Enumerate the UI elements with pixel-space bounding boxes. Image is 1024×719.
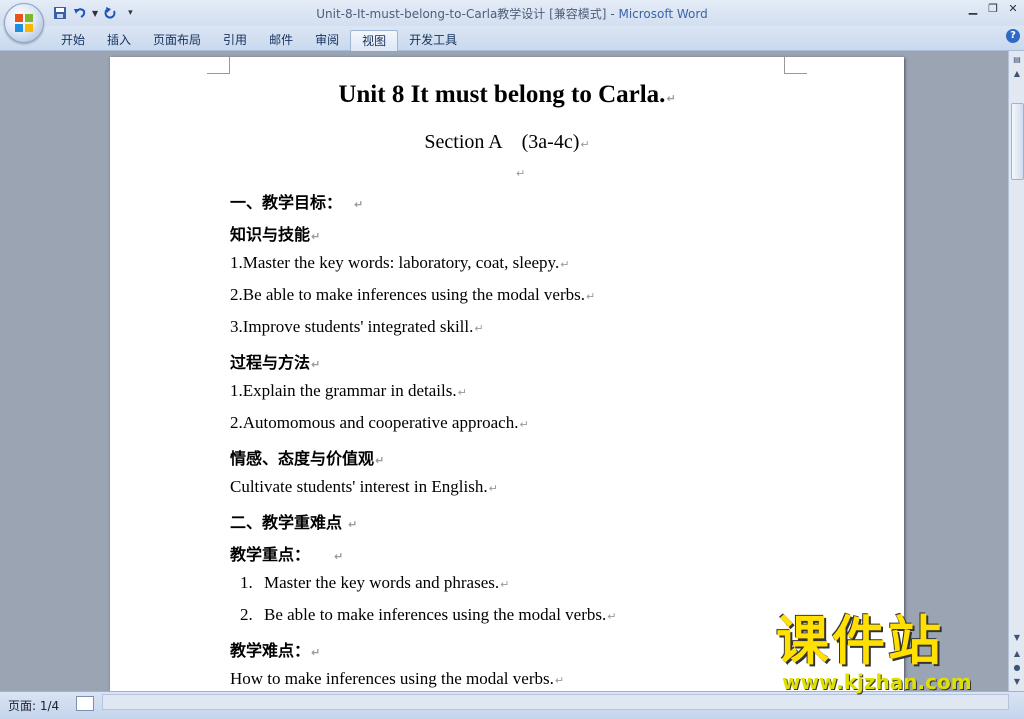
paragraph-mark-icon: ↵ [519, 418, 529, 431]
margin-corner-top-right [784, 57, 807, 74]
list-item: 2. Be able to make inferences using the m… [240, 605, 616, 625]
paragraph: 情感、态度与价值观↵ [230, 445, 384, 469]
tab-view[interactable]: 视图 [350, 30, 399, 51]
empty-paragraph: ↵ [515, 162, 525, 181]
paragraph-mark-icon: ↵ [348, 518, 358, 531]
paragraph-mark-icon: ↵ [500, 578, 510, 591]
scroll-thumb[interactable] [1011, 103, 1024, 180]
previous-page-icon[interactable]: ▲ [1010, 647, 1024, 661]
paragraph: 2.Automomous and cooperative approach.↵ [230, 413, 529, 433]
paragraph-mark-icon: ↵ [311, 358, 321, 371]
paragraph-text: 2.Be able to make inferences using the m… [230, 285, 585, 304]
close-icon[interactable]: ✕ [1006, 2, 1020, 15]
paragraph-text: Cultivate students' interest in English. [230, 477, 488, 496]
paragraph-text: 1.Explain the grammar in details. [230, 381, 457, 400]
paragraph: 1.Master the key words: laboratory, coat… [230, 253, 569, 273]
minimize-icon[interactable]: ▁ [966, 2, 980, 15]
paragraph-mark-icon: ↵ [554, 674, 565, 687]
paragraph: 2.Be able to make inferences using the m… [230, 285, 595, 305]
next-page-icon[interactable]: ▼ [1010, 675, 1024, 689]
office-button[interactable] [4, 3, 44, 43]
watermark-logo: 课件站 [776, 611, 944, 672]
list-number: 1. [240, 573, 253, 592]
list-item-text: Master the key words and phrases. [264, 573, 500, 592]
paragraph: 1.Explain the grammar in details.↵ [230, 381, 467, 401]
paragraph-text: 过程与方法 [230, 353, 311, 372]
ruler-toggle-icon[interactable]: ▤ [1010, 53, 1024, 67]
tab-review[interactable]: 审阅 [304, 30, 350, 50]
paragraph: 二、教学重难点 ↵ [230, 509, 357, 533]
tab-developer[interactable]: 开发工具 [398, 30, 468, 50]
document-subtitle: Section A (3a-4c)↵ [110, 125, 904, 154]
title-bar: ▼ ▾ Unit-8-It-must-belong-to-Carla教学设计 [… [0, 0, 1024, 26]
window-controls: ▁ ❐ ✕ [966, 2, 1020, 15]
document-page[interactable]: Unit 8 It must belong to Carla.↵ Section… [110, 57, 904, 691]
document-title: Unit 8 It must belong to Carla.↵ [110, 81, 904, 109]
paragraph: 知识与技能↵ [230, 221, 320, 245]
paragraph-mark-icon: ↵ [354, 198, 364, 211]
list-number: 2. [240, 605, 253, 624]
paragraph-text: 情感、态度与价值观 [230, 449, 375, 468]
tab-page-layout[interactable]: 页面布局 [142, 30, 212, 50]
tab-home[interactable]: 开始 [50, 30, 96, 50]
paragraph-text: 一、教学目标： [230, 193, 343, 212]
restore-icon[interactable]: ❐ [986, 2, 1000, 15]
app-name: Microsoft Word [618, 7, 708, 21]
paragraph-mark-icon: ↵ [311, 230, 321, 243]
document-name: Unit-8-It-must-belong-to-Carla教学设计 [兼容模式… [316, 7, 607, 21]
proofing-status-icon[interactable] [76, 696, 94, 711]
page-indicator[interactable]: 页面: 1/4 [8, 697, 59, 714]
paragraph-text: 教学重点： [230, 545, 311, 564]
paragraph-mark-icon: ↵ [375, 454, 385, 467]
select-browse-object-icon[interactable]: ● [1010, 661, 1024, 675]
office-logo-icon [15, 14, 33, 32]
tab-insert[interactable]: 插入 [96, 30, 142, 50]
margin-corner-top-left [207, 57, 230, 74]
paragraph-text: 知识与技能 [230, 225, 311, 244]
paragraph: 一、教学目标： ↵ [230, 189, 363, 213]
paragraph: 教学难点：↵ [230, 637, 320, 661]
paragraph-mark-icon: ↵ [474, 322, 484, 335]
paragraph: 3.Improve students' integrated skill.↵ [230, 317, 484, 337]
scroll-up-icon[interactable]: ▲ [1010, 67, 1024, 81]
ribbon: 开始 插入 页面布局 引用 邮件 审阅 视图 开发工具 ? [0, 26, 1024, 51]
paragraph-mark-icon: ↵ [488, 482, 498, 495]
tab-mailings[interactable]: 邮件 [258, 30, 304, 50]
paragraph-mark-icon: ↵ [580, 138, 590, 151]
title-separator: - [606, 7, 619, 21]
paragraph-mark-icon: ↵ [560, 258, 570, 271]
paragraph-mark-icon: ↵ [311, 646, 321, 659]
paragraph: 过程与方法↵ [230, 349, 320, 373]
document-area: Unit 8 It must belong to Carla.↵ Section… [0, 51, 1008, 691]
list-item: 1. Master the key words and phrases.↵ [240, 573, 509, 593]
paragraph-text: 教学难点： [230, 641, 311, 660]
paragraph: Cultivate students' interest in English.… [230, 477, 498, 497]
paragraph-text: 2.Automomous and cooperative approach. [230, 413, 519, 432]
tab-references[interactable]: 引用 [212, 30, 258, 50]
paragraph-text: 1.Master the key words: laboratory, coat… [230, 253, 560, 272]
watermark-url: www.kjzhan.com [782, 670, 972, 694]
vertical-scrollbar[interactable]: ▤ ▲ ▼ ▲ ● ▼ [1008, 51, 1024, 691]
paragraph-mark-icon: ↵ [666, 92, 676, 105]
paragraph: 教学重点： ↵ [230, 541, 343, 565]
paragraph-mark-icon: ↵ [607, 610, 617, 623]
document-title-text: Unit 8 It must belong to Carla. [338, 81, 666, 108]
paragraph-mark-icon: ↵ [334, 550, 344, 563]
scroll-down-icon[interactable]: ▼ [1010, 631, 1024, 645]
paragraph-text: 3.Improve students' integrated skill. [230, 317, 474, 336]
paragraph-mark-icon: ↵ [516, 167, 526, 180]
paragraph-mark-icon: ↵ [457, 386, 467, 399]
paragraph: How to make inferences using the modal v… [230, 669, 564, 689]
paragraph-text: How to make inferences using the modal v… [230, 669, 554, 688]
paragraph-text: 二、教学重难点 [230, 513, 343, 532]
horizontal-scrollbar[interactable] [102, 694, 1009, 710]
status-bar: 页面: 1/4 [0, 691, 1024, 719]
list-item-text: Be able to make inferences using the mod… [264, 605, 607, 624]
help-icon[interactable]: ? [1006, 29, 1020, 43]
ribbon-tabs: 开始 插入 页面布局 引用 邮件 审阅 视图 开发工具 [50, 30, 468, 51]
document-subtitle-text: Section A (3a-4c) [424, 131, 580, 153]
paragraph-mark-icon: ↵ [586, 290, 596, 303]
window-title: Unit-8-It-must-belong-to-Carla教学设计 [兼容模式… [0, 5, 1024, 22]
